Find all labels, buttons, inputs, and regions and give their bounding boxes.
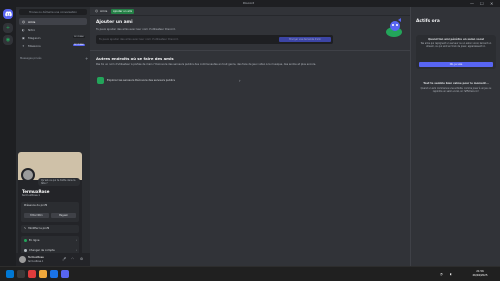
wumpus-illustration: [386, 18, 402, 37]
nitro-icon: ◐: [22, 27, 25, 32]
start-icon[interactable]: [6, 270, 14, 278]
pencil-icon: ✎: [24, 227, 27, 230]
voice-tip-title: Quand ton ami pénètre un salon vocal: [428, 38, 484, 41]
wifi-icon[interactable]: ◔: [440, 272, 443, 276]
other-places-title: Autres endroits où se faire des amis: [96, 56, 174, 61]
maximize-icon[interactable]: ☐: [480, 1, 484, 6]
active-now-panel: Actifs ora Quand ton ami pénètre un salo…: [410, 7, 500, 266]
explore-servers-link[interactable]: Explorer les serveurs Découvre des serve…: [96, 75, 246, 85]
switch-account-icon: [24, 249, 27, 252]
profile-popout: Qu'est-ce qui te trotte dans la tête ? T…: [18, 152, 82, 262]
presence-title: Présence du profil: [24, 204, 48, 207]
chevron-right-icon: ›: [76, 249, 78, 252]
status-online-label: En ligne: [29, 239, 40, 242]
window-title: Discord: [243, 1, 255, 5]
custom-status-bubble[interactable]: Qu'est-ce qui te trotte dans la tête ?: [38, 178, 80, 186]
quiet-body: Quand un ami commence une activité, comm…: [420, 87, 492, 93]
discord-logo-icon: [4, 11, 12, 17]
friends-label: Amis: [100, 9, 108, 13]
avatar[interactable]: [19, 256, 26, 263]
friends-icon: ☺: [22, 19, 26, 24]
add-friend-field: Envoyer une demande d'ami: [96, 35, 333, 44]
active-now-title: Actifs ora: [416, 19, 440, 24]
other-places-subtitle: Pas toi un nom d'utilisateur à portée de…: [96, 63, 317, 66]
title-bar: Discord — ☐ ✕: [0, 0, 500, 7]
quests-icon: ✦: [22, 43, 25, 48]
add-server-icon[interactable]: +: [3, 23, 13, 33]
friends-toolbar: ☺ Amis Ajouter un ami: [90, 7, 410, 16]
windows-taskbar: ◔ ◖ 21:56 26/04/2025: [0, 266, 500, 281]
microphone-icon[interactable]: 🎤︎: [62, 257, 66, 261]
shop-button[interactable]: Magasin: [51, 213, 76, 218]
explore-servers-label: Explorer les serveurs Découvre des serve…: [107, 78, 175, 82]
sidebar-item-label: Nitro: [28, 27, 36, 32]
home-button[interactable]: [3, 9, 13, 19]
volume-icon[interactable]: ◖: [450, 272, 452, 276]
folder-icon[interactable]: [39, 270, 47, 278]
status-online-row[interactable]: En ligne ›: [24, 239, 77, 242]
shop-icon: ▣: [22, 35, 25, 40]
sidebar-item-label: Amis: [28, 19, 36, 24]
new-badge: NOUVEAU: [73, 44, 85, 46]
user-status: termuxRose.1: [28, 260, 44, 263]
new-dm-plus-icon[interactable]: +: [85, 56, 88, 61]
edit-profile-row[interactable]: ✎ Modifier le profil: [21, 225, 79, 233]
voice-tip-body: Tes amis qui rejoignent un serveur ou un…: [420, 42, 492, 48]
avatar[interactable]: [21, 168, 35, 182]
add-friend-title: Ajouter un ami: [96, 20, 133, 25]
gear-icon[interactable]: ⚙: [80, 257, 83, 261]
edit-profile-content: ✎ Modifier le profil: [24, 227, 49, 230]
user-panel: TermuxRose termuxRose.1 🎤︎ ◠ ⚙: [16, 253, 90, 266]
headphones-icon[interactable]: ◠: [71, 257, 74, 261]
got-it-button[interactable]: Ok, je vois: [419, 62, 493, 67]
profile-presence-box: Présence du profil Éditer Nitro Magasin: [21, 202, 79, 222]
add-friend-subtitle: Tu peux ajouter des amis avec leur nom d…: [96, 28, 176, 31]
online-dot-icon: [24, 239, 27, 242]
divider: [90, 50, 410, 51]
server-list: + ◉: [0, 7, 16, 266]
browser-icon[interactable]: [50, 270, 58, 278]
clock-date: 26/04/2025: [472, 274, 488, 277]
edit-profile-label: Modifier le profil: [28, 227, 50, 230]
chevron-right-icon: ›: [239, 77, 241, 83]
profile-username: termuxRose.1: [22, 194, 41, 197]
sidebar-item-label: Magasin: [28, 35, 41, 40]
edit-nitro-button[interactable]: Éditer Nitro: [24, 213, 49, 218]
discord-taskbar-icon[interactable]: [61, 270, 69, 278]
minimize-icon[interactable]: —: [470, 1, 474, 6]
send-friend-request-button[interactable]: Envoyer une demande d'ami: [279, 37, 331, 42]
search-icon[interactable]: [17, 270, 25, 278]
sidebar-item-quests[interactable]: ✦ Missions NOUVEAU: [19, 42, 87, 49]
friends-icon: ☺: [95, 9, 99, 13]
voice-tip-card: Quand ton ami pénètre un salon vocal Tes…: [416, 35, 496, 69]
app-icon[interactable]: [28, 270, 36, 278]
conversation-search[interactable]: Trouve ou démarre une conversation: [19, 9, 87, 15]
switch-account-label: Changer de compte: [29, 249, 55, 252]
friends-main: ☺ Amis Ajouter un ami Ajouter un ami Tu …: [90, 7, 410, 266]
close-icon[interactable]: ✕: [490, 1, 493, 6]
sidebar-item-shop[interactable]: ▣ Magasin NOUVEAU: [19, 34, 87, 41]
dm-header: Messages privés: [20, 57, 42, 60]
sidebar-item-nitro[interactable]: ◐ Nitro: [19, 26, 87, 33]
add-friend-tab[interactable]: Ajouter un ami: [111, 9, 135, 14]
user-name[interactable]: TermuxRose: [28, 256, 44, 259]
discover-icon[interactable]: ◉: [3, 35, 13, 45]
channel-sidebar: Trouve ou démarre une conversation ☺ Ami…: [16, 7, 90, 262]
new-badge: NOUVEAU: [73, 36, 85, 38]
switch-account-row[interactable]: Changer de compte ›: [24, 249, 77, 252]
quiet-title: Tout te semble bien calme pour le moment…: [423, 82, 489, 85]
chevron-right-icon: ›: [76, 239, 78, 242]
sidebar-item-friends[interactable]: ☺ Amis: [19, 18, 87, 25]
clock[interactable]: 21:56 26/04/2025: [465, 270, 495, 278]
compass-icon: [97, 76, 104, 84]
add-friend-input[interactable]: [99, 35, 259, 44]
sidebar-item-label: Missions: [28, 43, 41, 48]
